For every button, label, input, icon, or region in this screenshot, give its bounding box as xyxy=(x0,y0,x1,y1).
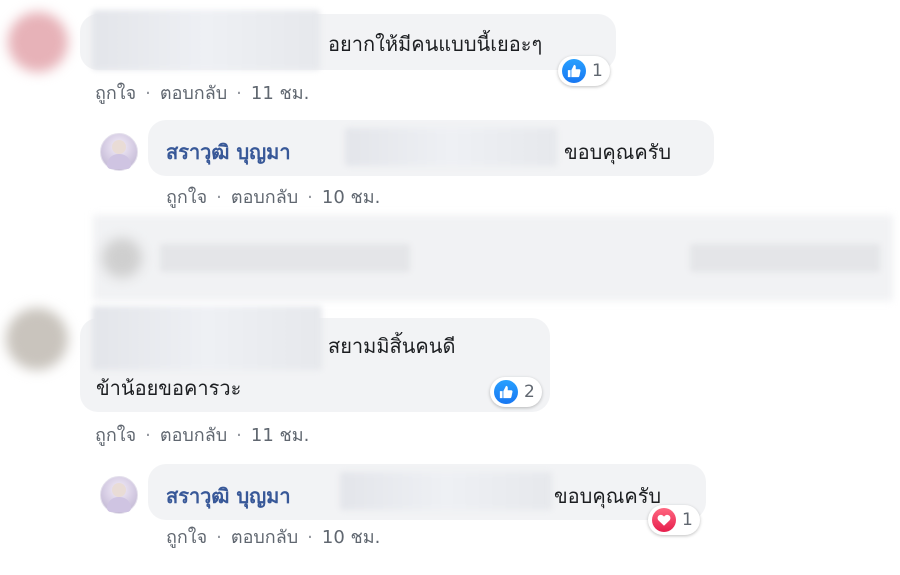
reply-author[interactable]: สราวุฒิ บุญมา xyxy=(166,136,291,168)
redacted-name xyxy=(92,10,320,70)
avatar-blurred xyxy=(6,308,68,370)
separator: · xyxy=(145,83,151,104)
heart-icon xyxy=(652,508,676,532)
timestamp[interactable]: 10 ชม. xyxy=(322,187,380,208)
reply-text: ขอบคุณครับ xyxy=(554,484,662,508)
redacted-tag xyxy=(345,128,557,166)
comment-text-line2: ข้าน้อยขอคารวะ xyxy=(96,376,242,400)
timestamp[interactable]: 10 ชม. xyxy=(322,527,380,548)
redacted-text xyxy=(160,244,410,272)
thumbs-up-icon xyxy=(562,59,586,83)
reply-text: ขอบคุณครับ xyxy=(564,140,672,164)
reply-author[interactable]: สราวุฒิ บุญมา xyxy=(166,480,291,512)
reply-actions: ถูกใจ · ตอบกลับ · 10 ชม. xyxy=(166,522,380,551)
redacted-tag xyxy=(340,472,552,510)
like-link[interactable]: ถูกใจ xyxy=(166,187,207,208)
like-link[interactable]: ถูกใจ xyxy=(95,425,136,446)
like-link[interactable]: ถูกใจ xyxy=(166,527,207,548)
separator: · xyxy=(307,187,313,208)
separator: · xyxy=(145,425,151,446)
separator: · xyxy=(307,527,313,548)
reply-link[interactable]: ตอบกลับ xyxy=(231,187,298,208)
separator: · xyxy=(236,83,242,104)
comment-actions: ถูกใจ · ตอบกลับ · 11 ชม. xyxy=(95,78,309,107)
avatar-blurred xyxy=(102,238,142,278)
reaction-badge[interactable]: 1 xyxy=(648,505,700,535)
redacted-name xyxy=(92,306,322,370)
reply-link[interactable]: ตอบกลับ xyxy=(231,527,298,548)
timestamp[interactable]: 11 ชม. xyxy=(251,83,309,104)
comment-text-line1: สยามมิสิ้นคนดี xyxy=(328,334,456,358)
reaction-count: 1 xyxy=(682,510,693,530)
reaction-count: 2 xyxy=(524,382,535,402)
separator: · xyxy=(216,187,222,208)
avatar[interactable] xyxy=(100,133,138,171)
separator: · xyxy=(236,425,242,446)
reply-actions: ถูกใจ · ตอบกลับ · 10 ชม. xyxy=(166,182,380,211)
reply-link[interactable]: ตอบกลับ xyxy=(160,425,227,446)
reaction-count: 1 xyxy=(592,61,603,81)
comment-actions: ถูกใจ · ตอบกลับ · 11 ชม. xyxy=(95,420,309,449)
avatar-blurred xyxy=(8,12,68,72)
reaction-badge[interactable]: 2 xyxy=(490,377,542,407)
thumbs-up-icon xyxy=(494,380,518,404)
redacted-text xyxy=(690,244,880,272)
avatar[interactable] xyxy=(100,476,138,514)
comment-text: อยากให้มีคนแบบนี้เยอะๆ xyxy=(328,32,543,56)
separator: · xyxy=(216,527,222,548)
reaction-badge[interactable]: 1 xyxy=(558,56,610,86)
like-link[interactable]: ถูกใจ xyxy=(95,83,136,104)
timestamp[interactable]: 11 ชม. xyxy=(251,425,309,446)
reply-link[interactable]: ตอบกลับ xyxy=(160,83,227,104)
